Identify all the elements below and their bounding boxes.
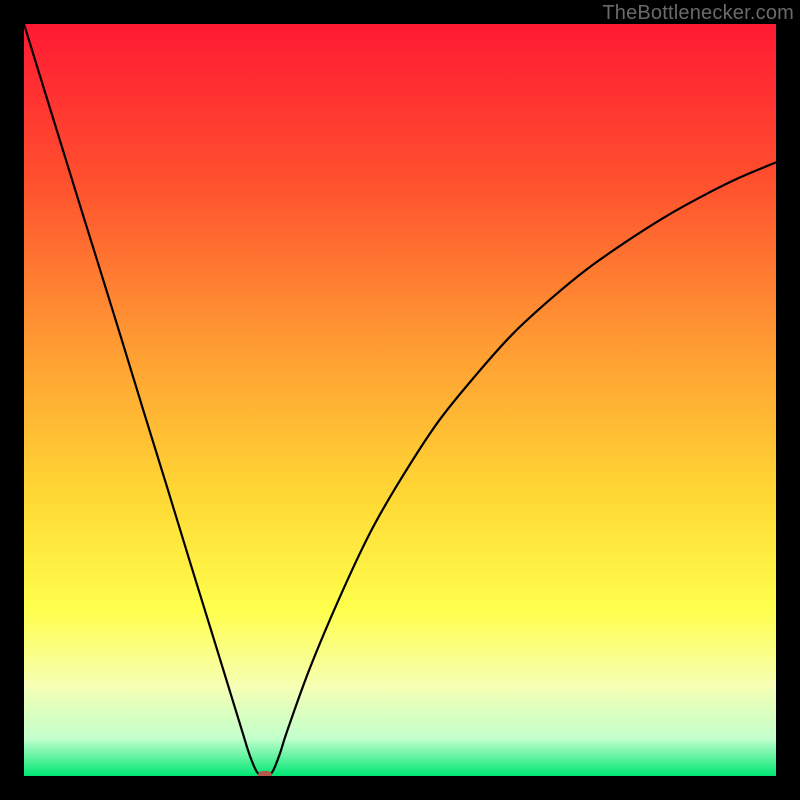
watermark-text: TheBottlenecker.com	[602, 2, 794, 25]
plot-area	[24, 24, 776, 776]
background-gradient	[24, 24, 776, 776]
optimal-point-marker	[258, 771, 272, 776]
chart-frame: TheBottlenecker.com	[0, 0, 800, 800]
